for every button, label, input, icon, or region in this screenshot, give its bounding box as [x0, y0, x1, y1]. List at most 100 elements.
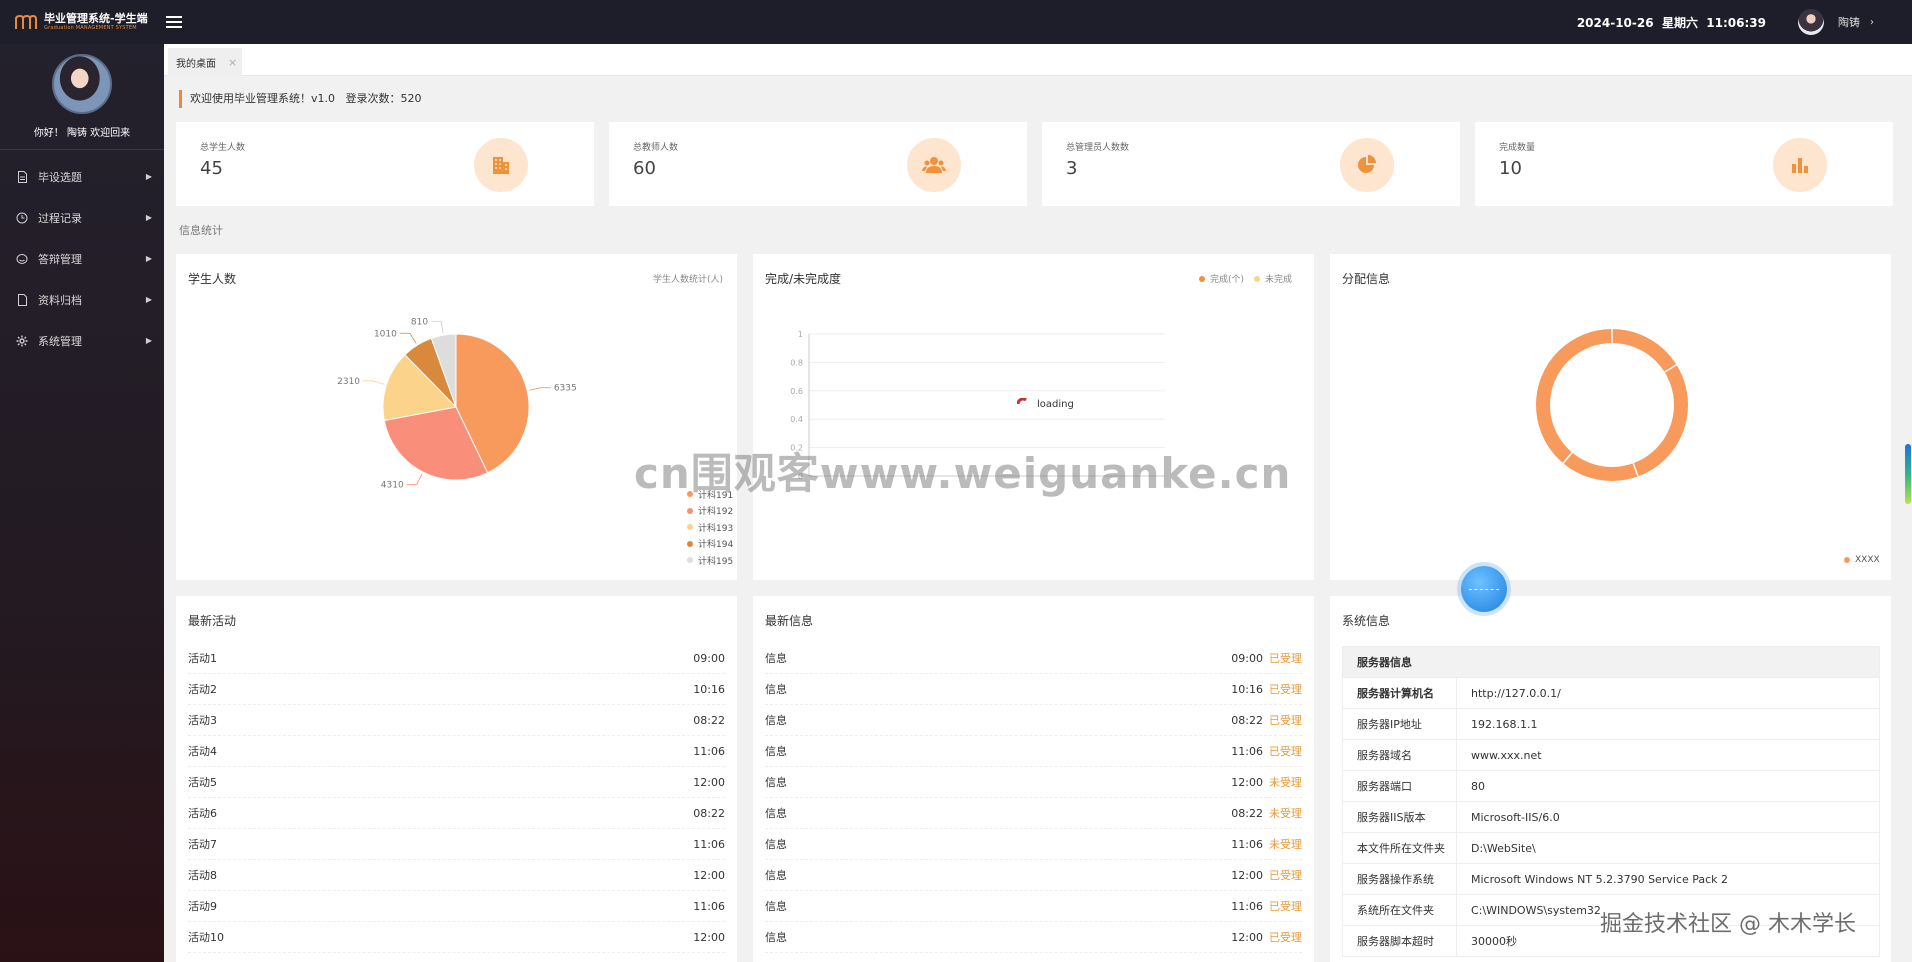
message-time: 09:00 — [1231, 651, 1263, 665]
activity-time: 12:00 — [693, 930, 725, 944]
tab-my-desktop[interactable]: 我的桌面 × — [168, 48, 242, 76]
status-badge: 已受理 — [1269, 683, 1302, 696]
main-content: 欢迎使用毕业管理系统！v1.0 登录次数：520 总学生人数 45 总教师人数 … — [164, 76, 1904, 962]
caret-right-icon: ▶ — [145, 172, 152, 181]
list-item[interactable]: 信息 12:00 已受理 — [765, 860, 1302, 891]
legend-item[interactable]: 计科194 — [687, 536, 733, 553]
info-key: 服务器计算机名 — [1342, 677, 1457, 709]
logo-icon — [15, 14, 37, 29]
sidebar-item-process-record[interactable]: 过程记录 ▶ — [0, 197, 164, 238]
label-leader-line — [406, 473, 423, 486]
list-item[interactable]: 信息 09:00 已受理 — [765, 643, 1302, 674]
user-avatar[interactable] — [1798, 9, 1824, 35]
distribution-chart-card: 分配信息 XXXX — [1330, 254, 1891, 580]
sidebar-item-system[interactable]: 系统管理 ▶ — [0, 320, 164, 361]
legend-item[interactable]: 计科191 — [687, 486, 733, 503]
list-item[interactable]: 活动5 12:00 — [188, 767, 725, 798]
info-value: 192.168.1.1 — [1456, 708, 1880, 740]
list-item[interactable]: 信息 08:22 已受理 — [765, 705, 1302, 736]
stat-card-admins: 总管理员人数数 3 — [1042, 122, 1460, 206]
activity-name: 活动4 — [188, 745, 217, 758]
logo[interactable]: 毕业管理系统-学生端 Graduation MANAGEMENT SYSTEM — [0, 13, 164, 31]
message-name: 信息 — [765, 683, 787, 696]
list-item[interactable]: 活动6 08:22 — [188, 798, 725, 829]
list-item[interactable]: 信息 10:16 已受理 — [765, 674, 1302, 705]
activity-name: 活动9 — [188, 900, 217, 913]
list-item[interactable]: 信息 12:00 已受理 — [765, 922, 1302, 953]
activity-name: 活动7 — [188, 838, 217, 851]
sidebar-item-archive[interactable]: 资料归档 ▶ — [0, 279, 164, 320]
user-name[interactable]: 陶铸 — [1838, 14, 1860, 30]
activity-time: 08:22 — [693, 713, 725, 727]
status-badge: 已受理 — [1269, 714, 1302, 727]
student-pie-card: 学生人数 学生人数统计(人) 6335 4310 2310 1010 810 计科191… — [176, 254, 737, 580]
scrollbar[interactable] — [1905, 444, 1911, 504]
table-row: 本文件所在文件夹 D:\WebSite\ — [1342, 832, 1880, 864]
list-item[interactable]: 活动10 12:00 — [188, 922, 725, 953]
info-value: C:\WINDOWS\system32 — [1456, 894, 1880, 926]
stat-label: 完成数量 — [1499, 143, 1536, 153]
message-time: 10:16 — [1231, 682, 1263, 696]
list-item[interactable]: 信息 12:00 未受理 — [765, 767, 1302, 798]
list-item[interactable]: 活动7 11:06 — [188, 829, 725, 860]
building-icon — [474, 138, 528, 192]
data-label: 6335 — [554, 384, 577, 394]
list-item[interactable]: 活动4 11:06 — [188, 736, 725, 767]
system-info-card: 系统信息 服务器信息 服务器计算机名 http://127.0.0.1/服务器IP… — [1330, 596, 1891, 962]
status-badge: 未受理 — [1269, 776, 1302, 789]
table-row: 系统所在文件夹 C:\WINDOWS\system32 — [1342, 894, 1880, 926]
donut-slice-XXXX[interactable] — [1536, 329, 1688, 481]
loading-indicator: loading — [1017, 398, 1074, 410]
list-item[interactable]: 信息 08:22 未受理 — [765, 798, 1302, 829]
list-item[interactable]: 信息 11:06 未受理 — [765, 829, 1302, 860]
info-value: http://127.0.0.1/ — [1456, 677, 1880, 709]
legend-swatch — [687, 491, 693, 498]
list-item[interactable]: 活动3 08:22 — [188, 705, 725, 736]
list-item[interactable]: 活动2 10:16 — [188, 674, 725, 705]
sidebar: 你好！ 陶铸 欢迎回来 毕设选题 ▶ 过程记录 ▶ 答辩管理 ▶ 资料归档 ▶ … — [0, 44, 164, 962]
message-time: 12:00 — [1231, 868, 1263, 882]
stat-value: 45 — [200, 158, 223, 179]
caret-right-icon: ▶ — [145, 336, 152, 345]
list-item[interactable]: 活动1 09:00 — [188, 643, 725, 674]
status-badge: 未受理 — [1269, 838, 1302, 851]
welcome-banner: 欢迎使用毕业管理系统！v1.0 登录次数：520 — [179, 90, 422, 108]
chevron-right-icon[interactable]: › — [1870, 17, 1874, 28]
legend-item[interactable]: 计科192 — [687, 503, 733, 520]
sidebar-item-thesis-topic[interactable]: 毕设选题 ▶ — [0, 156, 164, 197]
app-subtitle: Graduation MANAGEMENT SYSTEM — [44, 25, 137, 31]
legend-label: 计科191 — [698, 490, 734, 501]
app-title: 毕业管理系统-学生端 — [44, 12, 148, 25]
tab-bar: 我的桌面 × — [164, 44, 1912, 76]
list-item[interactable]: 信息 11:06 已受理 — [765, 891, 1302, 922]
floating-assistant-button[interactable] — [1461, 566, 1507, 612]
spinner-icon — [1017, 398, 1027, 405]
list-item[interactable]: 活动8 12:00 — [188, 860, 725, 891]
info-key: 服务器IP地址 — [1342, 708, 1457, 740]
data-label: 4310 — [381, 481, 404, 491]
y-tick-label: 0.8 — [790, 358, 803, 367]
info-key: 系统所在文件夹 — [1342, 894, 1457, 926]
legend-item[interactable]: 计科195 — [687, 552, 733, 569]
completion-line-chart: 0 0.2 0.4 0.6 0.8 1 — [790, 330, 1165, 481]
message-name: 信息 — [765, 776, 787, 789]
close-icon[interactable]: × — [228, 56, 237, 69]
sidebar-item-defense[interactable]: 答辩管理 ▶ — [0, 238, 164, 279]
pie-icon — [1340, 138, 1394, 192]
message-name: 信息 — [765, 931, 787, 944]
legend-item[interactable]: XXXX — [1844, 552, 1880, 569]
activity-time: 12:00 — [693, 868, 725, 882]
section-title: 信息统计 — [179, 224, 223, 237]
table-row: 服务器计算机名 http://127.0.0.1/ — [1342, 677, 1880, 709]
list-item[interactable]: 活动9 11:06 — [188, 891, 725, 922]
legend-label: 计科193 — [698, 523, 734, 534]
card-title: 最新信息 — [765, 614, 814, 628]
status-badge: 已受理 — [1269, 652, 1302, 665]
bar-chart-icon — [1773, 138, 1827, 192]
label-leader-line — [399, 332, 417, 344]
list-item[interactable]: 信息 11:06 已受理 — [765, 736, 1302, 767]
message-time: 11:06 — [1231, 744, 1263, 758]
legend-item[interactable]: 计科193 — [687, 519, 733, 536]
legend-label: 计科195 — [698, 556, 734, 567]
menu-toggle-icon[interactable] — [166, 16, 182, 28]
